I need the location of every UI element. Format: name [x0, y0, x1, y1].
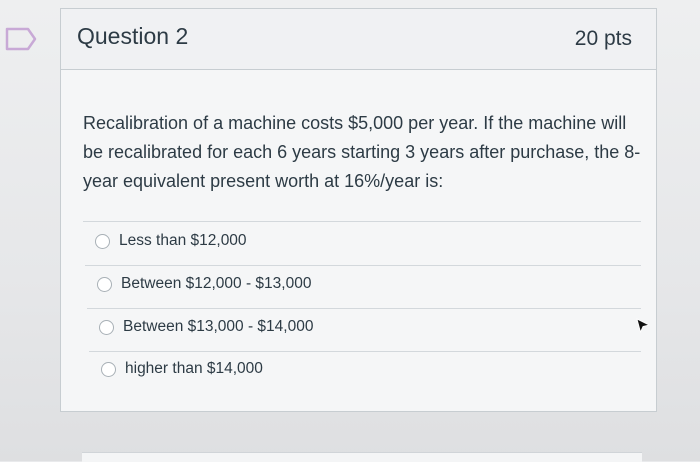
answer-divider — [85, 265, 641, 266]
answer-option-3[interactable]: Between $13,000 - $14,000 — [99, 318, 313, 336]
radio-button[interactable] — [99, 319, 114, 335]
question-header: Question 2 20 pts — [61, 9, 656, 70]
question-text: Recalibration of a machine costs $5,000 … — [83, 113, 641, 191]
question-points: 20 pts — [574, 27, 632, 50]
answer-label: higher than $14,000 — [125, 360, 263, 377]
radio-button[interactable] — [97, 276, 112, 292]
answer-divider — [89, 351, 641, 352]
answer-option-2[interactable]: Between $12,000 - $13,000 — [97, 275, 311, 293]
answer-divider — [87, 308, 641, 309]
answer-label: Between $12,000 - $13,000 — [121, 275, 312, 292]
radio-button[interactable] — [95, 233, 110, 249]
flag-question-icon[interactable] — [4, 26, 38, 52]
answer-divider — [83, 221, 641, 222]
answer-label: Less than $12,000 — [119, 232, 247, 249]
answer-option-1[interactable]: Less than $12,000 — [95, 232, 247, 250]
question-title: Question 2 — [77, 23, 189, 49]
answer-option-4[interactable]: higher than $14,000 — [101, 360, 263, 378]
question-card: Question 2 20 pts Recalibration of a mac… — [60, 8, 657, 412]
mouse-pointer-icon — [636, 318, 650, 334]
radio-button[interactable] — [101, 361, 116, 377]
answer-label: Between $13,000 - $14,000 — [123, 318, 314, 335]
